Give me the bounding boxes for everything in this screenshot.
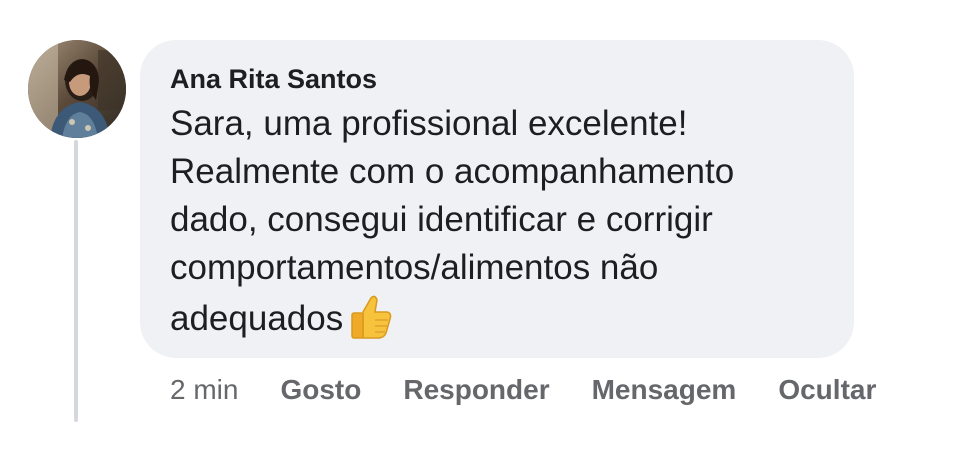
comment-actions: 2 min Gosto Responder Mensagem Ocultar [170,368,916,412]
reply-button[interactable]: Responder [403,374,549,406]
comment-line-4: comportamentos/alimentos não [170,248,659,287]
avatar[interactable] [28,40,126,138]
comment-line-1: Sara, uma profissional excelente! [170,104,688,143]
comment-timestamp[interactable]: 2 min [170,374,238,406]
comment-line-3: dado, consegui identificar e corrigir [170,200,713,239]
comment-author[interactable]: Ana Rita Santos [170,62,854,96]
avatar-photo [28,40,126,138]
thread-line [74,140,78,422]
comment-line-2: Realmente com o acompanhamento [170,152,735,191]
hide-button[interactable]: Ocultar [778,374,876,406]
message-button[interactable]: Mensagem [592,374,737,406]
comment-line-5: adequados [170,299,344,338]
like-button[interactable]: Gosto [280,374,361,406]
comment-bubble: Ana Rita Santos Sara, uma profissional e… [140,40,854,358]
comment-text: Sara, uma profissional excelente! Realme… [170,100,850,343]
thumbs-up-icon [345,292,395,342]
